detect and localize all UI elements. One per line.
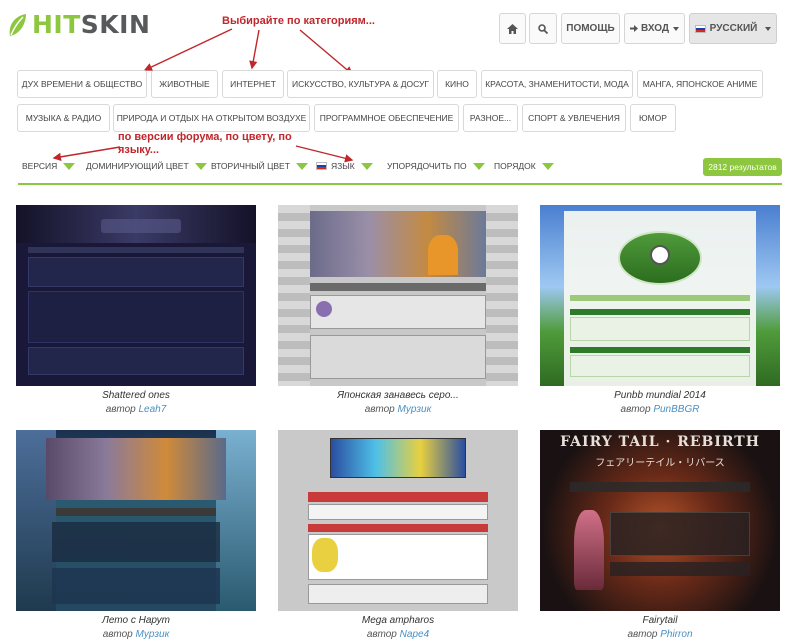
filter-order[interactable]: Порядок bbox=[494, 159, 554, 173]
skin-card: Лето с Нарут автор Мурзик bbox=[16, 430, 256, 640]
skin-card: Shattered ones автор Leah7 bbox=[16, 205, 256, 415]
category-button[interactable]: Программное обеспечение bbox=[314, 104, 459, 132]
divider bbox=[18, 183, 782, 185]
language-dropdown[interactable]: РУССКИЙ bbox=[689, 13, 777, 44]
category-button[interactable]: Красота, знаменитости, мода bbox=[481, 70, 633, 98]
arrow-line bbox=[52, 146, 121, 161]
author-link[interactable]: Мурзик bbox=[397, 404, 431, 415]
filter-language[interactable]: Язык bbox=[316, 159, 373, 173]
skin-title[interactable]: Punbb mundial 2014 bbox=[540, 390, 780, 401]
help-button[interactable]: ПОМОЩЬ bbox=[561, 13, 620, 44]
author-link[interactable]: Мурзик bbox=[135, 629, 169, 640]
skin-author: автор Leah7 bbox=[16, 404, 256, 415]
filter-sort-by[interactable]: Упорядочить по bbox=[387, 159, 485, 173]
arrow-line bbox=[299, 29, 354, 75]
categories-annotation: Выбирайте по категориям... bbox=[222, 15, 375, 27]
author-prefix: автор bbox=[627, 629, 658, 640]
filter-label: Вторичный цвет bbox=[211, 161, 290, 171]
author-link[interactable]: Leah7 bbox=[138, 404, 166, 415]
skin-title[interactable]: Лето с Нарут bbox=[16, 615, 256, 626]
logo-hit-text: HIT bbox=[32, 10, 81, 39]
skin-title[interactable]: Японская занавесь серо... bbox=[278, 390, 518, 401]
filter-label: Упорядочить по bbox=[387, 161, 467, 171]
skin-author: автор PunBBGR bbox=[540, 404, 780, 415]
category-button[interactable]: Музыка & Радио bbox=[17, 104, 110, 132]
skin-thumbnail[interactable] bbox=[278, 430, 518, 611]
category-button[interactable]: Искусство, культура & досуг bbox=[287, 70, 434, 98]
language-label: РУССКИЙ bbox=[709, 23, 758, 34]
chevron-down-icon bbox=[541, 162, 554, 170]
author-prefix: автор bbox=[366, 629, 397, 640]
category-button[interactable]: Дух времени & Общество bbox=[17, 70, 147, 98]
login-icon bbox=[629, 25, 638, 32]
author-prefix: автор bbox=[364, 404, 395, 415]
chevron-down-icon bbox=[295, 162, 308, 170]
search-button[interactable] bbox=[529, 13, 557, 44]
skin-author: автор Phirron bbox=[540, 629, 780, 640]
russian-flag-icon bbox=[694, 24, 706, 33]
leaf-icon bbox=[9, 14, 27, 36]
filter-label: Доминирующий цвет bbox=[86, 161, 189, 171]
category-button[interactable]: Кино bbox=[437, 70, 477, 98]
chevron-down-icon bbox=[472, 162, 485, 170]
category-button[interactable]: Животные bbox=[151, 70, 218, 98]
search-icon bbox=[538, 23, 548, 34]
logo-text: HITSKIN bbox=[32, 10, 150, 40]
skin-author: автор Мурзик bbox=[278, 404, 518, 415]
skin-thumbnail[interactable] bbox=[16, 430, 256, 611]
skin-title[interactable]: Mega ampharos bbox=[278, 615, 518, 626]
author-link[interactable]: PunBBGR bbox=[653, 404, 699, 415]
chevron-down-icon bbox=[194, 162, 207, 170]
filter-label: Порядок bbox=[494, 161, 536, 171]
skin-card: Mega ampharos автор Nape4 bbox=[278, 430, 518, 640]
home-icon bbox=[507, 23, 518, 34]
skin-card: Punbb mundial 2014 автор PunBBGR bbox=[540, 205, 780, 415]
site-logo[interactable]: HITSKIN bbox=[6, 10, 150, 40]
category-button[interactable]: Разное... bbox=[463, 104, 518, 132]
author-link[interactable]: Phirron bbox=[660, 629, 692, 640]
home-button[interactable] bbox=[499, 13, 526, 44]
help-label: ПОМОЩЬ bbox=[566, 23, 615, 34]
login-button[interactable]: ВХОД bbox=[624, 13, 685, 44]
logo-skin-text: SKIN bbox=[80, 10, 151, 39]
skin-author: автор Мурзик bbox=[16, 629, 256, 640]
login-label: ВХОД bbox=[640, 23, 670, 34]
filters-annotation: по версии форума, по цвету, по языку... bbox=[118, 131, 292, 156]
filter-secondary-color[interactable]: Вторичный цвет bbox=[211, 159, 308, 173]
category-button[interactable]: Природа и отдых на открытом воздухе bbox=[113, 104, 310, 132]
category-button[interactable]: Юмор bbox=[630, 104, 676, 132]
arrow-line bbox=[249, 29, 260, 70]
skin-title[interactable]: Fairytail bbox=[540, 615, 780, 626]
filter-dominant-color[interactable]: Доминирующий цвет bbox=[86, 159, 207, 173]
skin-author: автор Nape4 bbox=[278, 629, 518, 640]
author-link[interactable]: Nape4 bbox=[400, 629, 429, 640]
chevron-down-icon bbox=[360, 162, 373, 170]
category-button[interactable]: Интернет bbox=[222, 70, 284, 98]
russian-flag-icon bbox=[316, 162, 327, 170]
skin-thumbnail[interactable]: FAIRY TAIL · REBIRTH フェアリーテイル・リバース bbox=[540, 430, 780, 611]
category-button[interactable]: Спорт & Увлечения bbox=[522, 104, 626, 132]
author-prefix: автор bbox=[102, 629, 133, 640]
skin-thumbnail[interactable] bbox=[278, 205, 518, 386]
author-prefix: автор bbox=[620, 404, 651, 415]
arrow-line bbox=[143, 28, 233, 71]
filter-label: Версия bbox=[22, 161, 58, 171]
author-prefix: автор bbox=[105, 404, 136, 415]
results-count-badge: 2812 результатов bbox=[703, 158, 782, 176]
skin-thumbnail[interactable] bbox=[16, 205, 256, 386]
skin-title[interactable]: Shattered ones bbox=[16, 390, 256, 401]
filter-label: Язык bbox=[331, 161, 355, 171]
skin-card: Японская занавесь серо... автор Мурзик bbox=[278, 205, 518, 415]
filter-version[interactable]: Версия bbox=[22, 159, 76, 173]
thumb-title-text: FAIRY TAIL · REBIRTH bbox=[560, 434, 760, 450]
chevron-down-icon bbox=[765, 26, 772, 31]
category-button[interactable]: Манга, японское аниме bbox=[637, 70, 763, 98]
skin-card: FAIRY TAIL · REBIRTH フェアリーテイル・リバース Fairy… bbox=[540, 430, 780, 640]
chevron-down-icon bbox=[63, 162, 76, 170]
chevron-down-icon bbox=[673, 26, 680, 31]
thumb-subtitle-text: フェアリーテイル・リバース bbox=[595, 458, 725, 469]
skin-thumbnail[interactable] bbox=[540, 205, 780, 386]
